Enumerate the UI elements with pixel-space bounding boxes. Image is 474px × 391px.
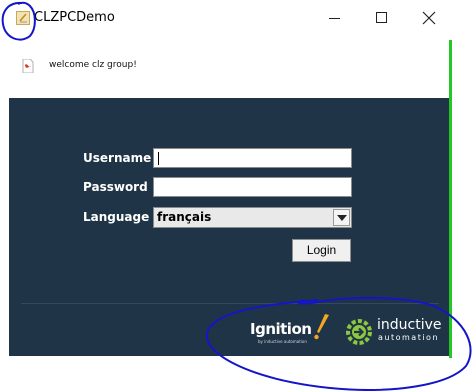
green-edge-bar (449, 40, 452, 358)
divider (21, 303, 439, 304)
chevron-down-icon[interactable] (333, 209, 350, 226)
ignition-flame-icon (314, 314, 329, 340)
maximize-button[interactable] (372, 8, 392, 28)
inductive-logo-line1: inductive (377, 317, 442, 333)
welcome-text: welcome clz group! (49, 60, 137, 70)
pdf-icon (22, 59, 34, 73)
language-selected-value: français (157, 210, 212, 224)
password-input[interactable] (153, 177, 352, 197)
language-label: Language (83, 210, 150, 224)
minimize-button[interactable] (325, 8, 345, 28)
app-icon (16, 11, 30, 25)
login-panel: Username Password Language français Logi… (9, 98, 449, 356)
language-select[interactable]: français (153, 207, 352, 228)
username-label: Username (83, 151, 152, 165)
close-icon (422, 11, 436, 25)
login-button[interactable]: Login (292, 239, 351, 262)
close-button[interactable] (419, 8, 439, 28)
text-caret (158, 152, 159, 165)
title-bar: CLZPCDemo (0, 0, 474, 38)
inductive-logo-line2: automation (378, 333, 440, 342)
password-label: Password (83, 180, 148, 194)
inductive-automation-icon (346, 319, 372, 345)
username-input[interactable] (153, 148, 352, 168)
ignition-logo-text: Ignition (250, 320, 312, 338)
ignition-logo-subtext: by inductive automation (258, 339, 307, 344)
window-title: CLZPCDemo (34, 10, 115, 25)
